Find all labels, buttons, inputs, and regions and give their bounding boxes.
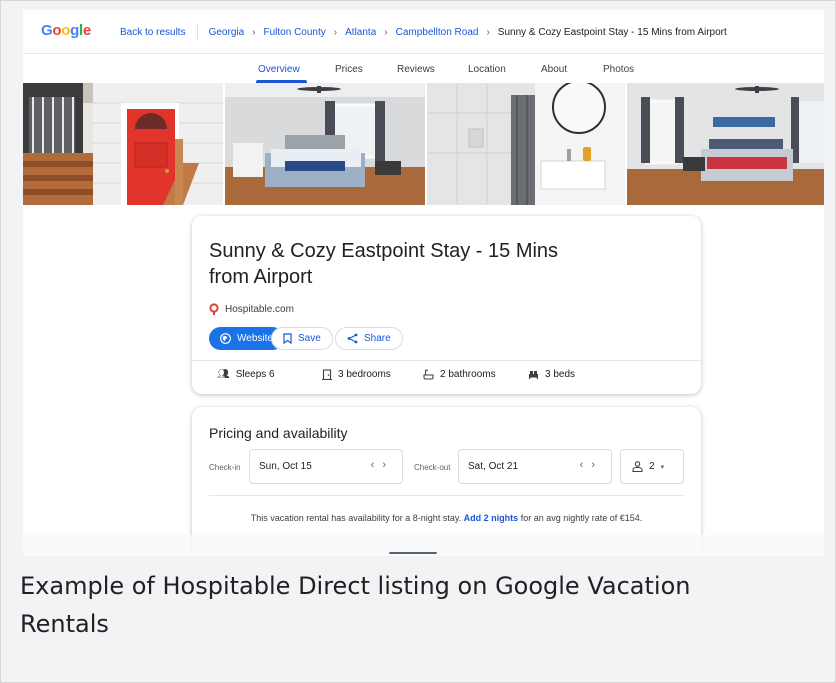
- breadcrumb-divider: [196, 25, 198, 39]
- globe-icon: [220, 333, 231, 344]
- back-to-results-link[interactable]: Back to results: [120, 27, 186, 38]
- bathtub-icon: [423, 369, 434, 380]
- breadcrumb-current: Sunny & Cozy Eastpoint Stay - 15 Mins fr…: [497, 26, 727, 38]
- checkout-field[interactable]: Sat, Oct 21 ‹›: [458, 449, 612, 484]
- beds-label: 3 beds: [545, 369, 576, 380]
- listing-title: Sunny & Cozy Eastpoint Stay - 15 Mins fr…: [209, 240, 559, 288]
- google-vacation-rentals-screenshot: Google Back to results Georgia › Fulton …: [23, 10, 824, 556]
- availability-rate-text: for an avg nightly rate of €154.: [520, 513, 643, 523]
- amenity-sleeps: 👥︎ Sleeps 6: [217, 369, 275, 380]
- pricing-title: Pricing and availability: [209, 425, 348, 441]
- add-nights-link[interactable]: Add 2 nights: [464, 513, 519, 523]
- chevron-right-icon: ›: [252, 26, 256, 38]
- card-divider: [192, 360, 701, 361]
- guests-selector[interactable]: 2 ▾: [620, 449, 684, 484]
- listing-card: Sunny & Cozy Eastpoint Stay - 15 Mins fr…: [192, 216, 701, 394]
- tab-photos[interactable]: Photos: [603, 64, 634, 75]
- tab-prices[interactable]: Prices: [335, 64, 363, 75]
- amenity-bathrooms: 2 bathrooms: [423, 369, 496, 380]
- people-icon: 👥︎: [217, 369, 230, 380]
- logo-letter: o: [61, 22, 71, 39]
- chevron-right-icon: ›: [333, 26, 338, 38]
- google-logo[interactable]: Google: [41, 22, 91, 39]
- save-button[interactable]: Save: [271, 327, 333, 350]
- checkin-value: Sun, Oct 15: [259, 461, 312, 472]
- person-icon: [632, 461, 643, 472]
- bathrooms-label: 2 bathrooms: [440, 369, 496, 380]
- share-label: Share: [364, 333, 391, 344]
- checkout-value: Sat, Oct 21: [468, 461, 519, 472]
- checkin-label: Check-in: [209, 463, 241, 472]
- guests-count: 2: [649, 461, 655, 472]
- source-name: Hospitable.com: [225, 303, 294, 315]
- logo-letter: o: [52, 22, 62, 39]
- breadcrumb-campbellton-road[interactable]: Campbellton Road: [396, 27, 479, 38]
- share-button[interactable]: Share: [335, 327, 403, 350]
- pricing-card: Pricing and availability Check-in Sun, O…: [192, 407, 701, 556]
- tab-reviews[interactable]: Reviews: [397, 64, 435, 75]
- date-nav-arrows[interactable]: ‹›: [580, 459, 603, 471]
- dropdown-caret-icon: ▾: [660, 463, 665, 471]
- figure-caption: Example of Hospitable Direct listing on …: [20, 572, 691, 638]
- checkin-field[interactable]: Sun, Oct 15 ‹›: [249, 449, 403, 484]
- share-icon: [347, 333, 358, 344]
- hospitable-logo-icon: [209, 303, 219, 315]
- date-nav-arrows[interactable]: ‹›: [371, 459, 394, 471]
- top-bar: Google Back to results Georgia › Fulton …: [23, 10, 824, 54]
- breadcrumb-georgia[interactable]: Georgia: [209, 27, 245, 38]
- save-label: Save: [298, 333, 321, 344]
- photo-bedroom-1[interactable]: [225, 83, 425, 205]
- breadcrumb-atlanta[interactable]: Atlanta: [345, 27, 376, 38]
- tab-location[interactable]: Location: [468, 64, 506, 75]
- photo-porch[interactable]: [23, 83, 223, 205]
- logo-letter: g: [70, 22, 79, 39]
- logo-letter: e: [82, 22, 91, 39]
- checkout-label: Check-out: [414, 463, 451, 472]
- availability-message: This vacation rental has availability fo…: [192, 513, 701, 523]
- listing-source[interactable]: Hospitable.com: [209, 303, 294, 315]
- figure-frame: Google Back to results Georgia › Fulton …: [0, 0, 836, 683]
- bed-icon: [529, 371, 538, 379]
- breadcrumb: Back to results Georgia › Fulton County …: [120, 25, 727, 39]
- amenity-bedrooms: 3 bedrooms: [322, 369, 391, 380]
- bookmark-icon: [283, 333, 292, 344]
- chevron-right-icon: ›: [486, 26, 490, 38]
- website-label: Website: [237, 333, 273, 344]
- bedrooms-label: 3 bedrooms: [338, 369, 391, 380]
- logo-letter: G: [41, 22, 53, 39]
- availability-text: This vacation rental has availability fo…: [250, 513, 462, 523]
- sleeps-label: Sleeps 6: [235, 369, 275, 380]
- photo-bathroom[interactable]: [427, 83, 625, 205]
- chevron-right-icon: ›: [384, 26, 388, 38]
- image-resize-handle[interactable]: [389, 552, 437, 554]
- pricing-divider: [209, 495, 684, 496]
- tab-overview[interactable]: Overview: [258, 64, 300, 75]
- breadcrumb-fulton-county[interactable]: Fulton County: [264, 27, 326, 38]
- amenity-beds: 3 beds: [528, 369, 575, 380]
- photo-gallery: [23, 83, 824, 205]
- tab-about[interactable]: About: [541, 64, 567, 75]
- tab-bar: Overview Prices Reviews Location About P…: [23, 54, 824, 82]
- photo-bedroom-2[interactable]: [627, 83, 824, 205]
- door-icon: [322, 369, 332, 380]
